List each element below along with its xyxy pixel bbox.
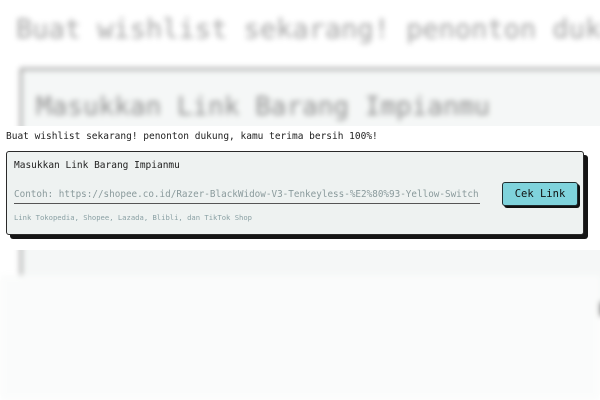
page: Buat wishlist sekarang! penonton dukung,… (0, 0, 600, 400)
background-headline: Buat wishlist sekarang! penonton dukung,… (16, 14, 600, 45)
link-input-card: Masukkan Link Barang Impianmu Link Tokop… (6, 151, 584, 235)
background-card-label: Masukkan Link Barang Impianmu (36, 92, 490, 122)
link-input-label: Masukkan Link Barang Impianmu (14, 160, 180, 171)
background-lower-panel (0, 275, 600, 400)
supported-stores-hint: Link Tokopedia, Shopee, Lazada, Blibli, … (14, 213, 252, 222)
product-link-input[interactable] (14, 185, 480, 204)
page-headline: Buat wishlist sekarang! penonton dukung,… (6, 131, 378, 142)
check-link-button[interactable]: Cek Link (502, 182, 578, 206)
